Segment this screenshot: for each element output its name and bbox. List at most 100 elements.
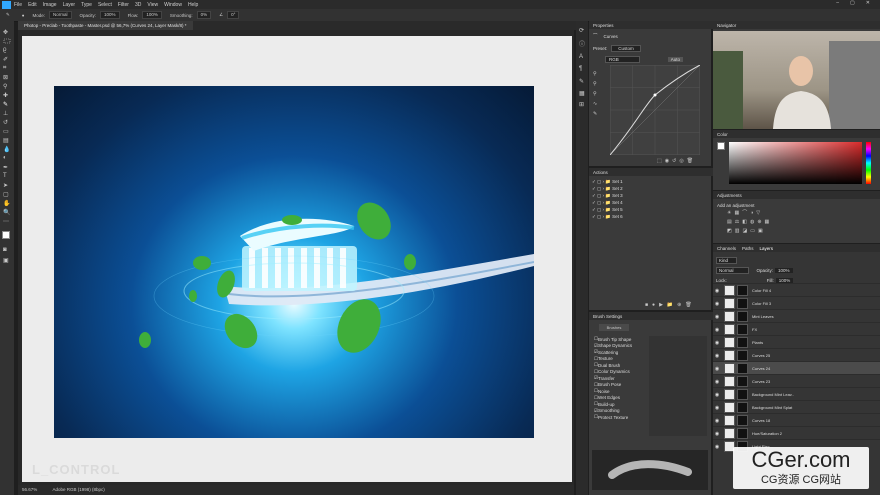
layer-mask-thumbnail[interactable] bbox=[737, 363, 748, 374]
move-tool-icon[interactable]: ✥ bbox=[3, 29, 11, 36]
gradient-tool-icon[interactable]: ▤ bbox=[3, 137, 11, 144]
channel-mixer-icon[interactable]: ⊕ bbox=[757, 219, 764, 225]
document-tab[interactable]: Photop - Preclab - Toothpaste - Master.p… bbox=[18, 21, 193, 30]
layer-row[interactable]: ◉ FX bbox=[713, 322, 880, 336]
visibility-eye-icon[interactable]: ◉ bbox=[713, 392, 721, 398]
brush-tool-icon[interactable]: ✎ bbox=[6, 12, 10, 18]
layer-row[interactable]: ◉ Curves 24 bbox=[713, 361, 880, 375]
hue-saturation-icon[interactable]: ▤ bbox=[727, 219, 735, 225]
visibility-eye-icon[interactable]: ◉ bbox=[713, 353, 721, 359]
delete-action-icon[interactable]: 🗑 bbox=[685, 302, 695, 308]
screen-mode-icon[interactable]: ▣ bbox=[3, 257, 11, 264]
swatches-icon[interactable]: ▦ bbox=[579, 90, 585, 97]
layer-row[interactable]: ◉ Color Fill 3 bbox=[713, 296, 880, 310]
quick-select-tool-icon[interactable]: ✐ bbox=[3, 56, 11, 63]
marquee-tool-icon[interactable] bbox=[3, 38, 11, 44]
clone-stamp-tool-icon[interactable]: ⊥ bbox=[3, 110, 11, 117]
curve-pencil-icon[interactable]: ✎ bbox=[593, 109, 597, 119]
menu-select[interactable]: Select bbox=[98, 2, 112, 8]
opacity-field[interactable]: 100% bbox=[100, 11, 120, 19]
layer-mask-thumbnail[interactable] bbox=[737, 376, 748, 387]
layer-row[interactable]: ◉ Background Mint Splat bbox=[713, 400, 880, 414]
layer-row[interactable]: ◉ Curves 18 bbox=[713, 413, 880, 427]
curves-graph[interactable] bbox=[610, 65, 700, 155]
delete-icon[interactable]: 🗑 bbox=[687, 158, 696, 164]
close-icon[interactable]: ✕ bbox=[866, 0, 870, 6]
more-tools-icon[interactable]: ⋯ bbox=[3, 218, 11, 225]
action-set-row[interactable]: ✓ ▢ › 📁 Set 1 bbox=[592, 178, 708, 185]
info-icon[interactable]: ⓘ bbox=[579, 39, 585, 48]
stop-icon[interactable]: ■ bbox=[645, 302, 652, 308]
blur-tool-icon[interactable]: 💧 bbox=[3, 146, 11, 153]
action-set-row[interactable]: ✓ ▢ › 📁 Set 3 bbox=[592, 192, 708, 199]
layer-mask-thumbnail[interactable] bbox=[737, 337, 748, 348]
menu-filter[interactable]: Filter bbox=[118, 2, 129, 8]
action-set-row[interactable]: ✓ ▢ › 📁 Set 5 bbox=[592, 206, 708, 213]
action-set-row[interactable]: ✓ ▢ › 📁 Set 2 bbox=[592, 185, 708, 192]
shape-tool-icon[interactable]: ▢ bbox=[3, 191, 11, 198]
visibility-eye-icon[interactable]: ◉ bbox=[713, 431, 721, 437]
brush-tool-icon[interactable]: ✎ bbox=[3, 101, 11, 108]
quick-mask-icon[interactable]: ◙ bbox=[3, 247, 11, 253]
layer-mask-thumbnail[interactable] bbox=[737, 402, 748, 413]
layer-mask-thumbnail[interactable] bbox=[737, 298, 748, 309]
hand-tool-icon[interactable]: ✋ bbox=[3, 200, 11, 207]
eyedropper-tool-icon[interactable]: ⚲ bbox=[3, 83, 11, 90]
layer-row[interactable]: ◉ Background Mint Leav.. bbox=[713, 387, 880, 401]
zoom-level[interactable]: 56.67% bbox=[22, 487, 37, 492]
layer-mask-thumbnail[interactable] bbox=[737, 428, 748, 439]
zoom-tool-icon[interactable]: 🔍 bbox=[3, 209, 11, 216]
foreground-color-swatch[interactable] bbox=[2, 231, 10, 239]
clip-layer-icon[interactable]: ⬚ bbox=[657, 158, 665, 164]
layer-row[interactable]: ◉ Color Fill 4 bbox=[713, 283, 880, 297]
invert-icon[interactable]: ◩ bbox=[727, 228, 735, 234]
gradient-map-icon[interactable]: ▭ bbox=[750, 228, 758, 234]
layer-row[interactable]: ◉ Curves 23 bbox=[713, 374, 880, 388]
fill-field[interactable]: 100% bbox=[775, 277, 794, 283]
tab-channels[interactable]: Channels bbox=[717, 246, 736, 251]
glyphs-icon[interactable]: ⊞ bbox=[579, 101, 584, 108]
menu-view[interactable]: View bbox=[147, 2, 158, 8]
lasso-tool-icon[interactable]: ϱ bbox=[3, 47, 11, 53]
hue-slider[interactable] bbox=[866, 142, 871, 184]
smoothing-field[interactable]: 0% bbox=[196, 11, 212, 19]
auto-button[interactable]: Auto bbox=[667, 56, 684, 62]
visibility-eye-icon[interactable]: ◉ bbox=[713, 288, 721, 294]
new-set-icon[interactable]: 📁 bbox=[667, 302, 677, 308]
mode-select[interactable]: Normal bbox=[49, 11, 72, 19]
brushes-button[interactable]: Brushes bbox=[599, 324, 629, 331]
selective-color-icon[interactable]: ▣ bbox=[758, 228, 766, 234]
vibrance-icon[interactable]: ▽ bbox=[756, 210, 763, 216]
menu-type[interactable]: Type bbox=[81, 2, 92, 8]
black-white-icon[interactable]: ◧ bbox=[742, 219, 750, 225]
visibility-eye-icon[interactable]: ◉ bbox=[713, 418, 721, 424]
visibility-eye-icon[interactable]: ◉ bbox=[713, 444, 721, 450]
blend-mode-select[interactable]: Normal bbox=[716, 266, 749, 274]
layer-row[interactable]: ◉ Curves 25 bbox=[713, 348, 880, 362]
maximize-icon[interactable]: ▢ bbox=[850, 0, 855, 6]
view-previous-icon[interactable]: ◉ bbox=[665, 158, 672, 164]
visibility-eye-icon[interactable]: ◉ bbox=[713, 301, 721, 307]
layer-mask-thumbnail[interactable] bbox=[737, 389, 748, 400]
record-icon[interactable]: ● bbox=[652, 302, 659, 308]
brush-option-row[interactable]: ☐ Protect Texture bbox=[594, 414, 646, 421]
menu-file[interactable]: File bbox=[14, 2, 22, 8]
play-icon[interactable]: ▶ bbox=[659, 302, 667, 308]
curve-points-icon[interactable]: ∿ bbox=[593, 99, 597, 109]
layer-filter-select[interactable]: Kind bbox=[716, 256, 738, 264]
channel-select[interactable]: RGB bbox=[605, 55, 640, 63]
dodge-tool-icon[interactable]: ◐ bbox=[3, 155, 11, 161]
menu-edit[interactable]: Edit bbox=[28, 2, 37, 8]
crop-tool-icon[interactable]: ⌗ bbox=[3, 65, 11, 71]
brush-preset-icon[interactable]: ● bbox=[22, 13, 25, 18]
foreground-swatch[interactable] bbox=[717, 142, 725, 150]
visibility-eye-icon[interactable]: ◉ bbox=[713, 405, 721, 411]
eyedropper-black-icon[interactable]: ⚲ bbox=[593, 69, 597, 79]
brush-panel-icon[interactable]: ✎ bbox=[579, 78, 584, 85]
eraser-tool-icon[interactable]: ▭ bbox=[3, 128, 11, 135]
menu-3d[interactable]: 3D bbox=[135, 2, 141, 8]
layer-mask-thumbnail[interactable] bbox=[737, 285, 748, 296]
visibility-eye-icon[interactable]: ◉ bbox=[713, 366, 721, 372]
history-brush-tool-icon[interactable]: ↺ bbox=[3, 119, 11, 126]
visibility-icon[interactable]: ◎ bbox=[679, 158, 686, 164]
